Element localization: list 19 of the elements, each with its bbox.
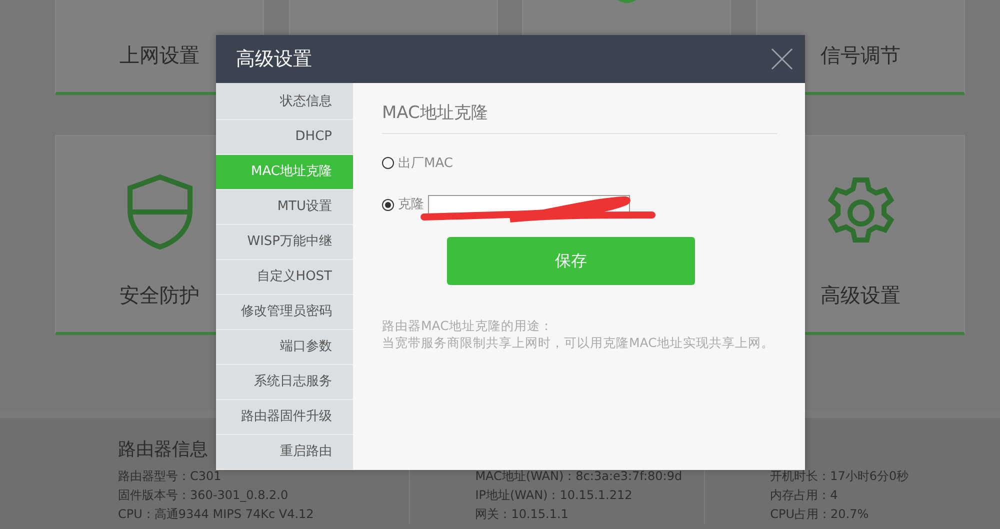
info-text: CPU：高通9344 MIPS 74Kc V4.12 xyxy=(118,506,315,523)
info-text: IP地址(WAN)：10.15.1.212 xyxy=(475,487,634,504)
tile-label: 高级设置 xyxy=(820,282,900,309)
info-text: 网关：10.15.1.1 xyxy=(475,506,570,523)
info-text: 开机时长：17小时6分0秒 xyxy=(770,468,910,485)
note-text: 路由器MAC地址克隆的用途： xyxy=(382,317,554,334)
tile-label: 上网设置 xyxy=(120,42,200,69)
note-text: 当宽带服务商限制共享上网时，可以用克隆MAC地址实现共享上网。 xyxy=(382,334,775,351)
panel-heading: MAC地址克隆 xyxy=(382,101,777,134)
section-title: 路由器信息 xyxy=(118,438,208,462)
info-text: CPU占用：20.7% xyxy=(770,506,870,523)
option-label: 克隆 xyxy=(398,196,424,214)
info-text: 路由器型号：C301 xyxy=(118,468,222,485)
info-text: 固件版本号：360-301_0.8.2.0 xyxy=(118,487,290,504)
info-text: 内存占用：4 xyxy=(770,487,839,504)
tile-label: 信号调节 xyxy=(820,42,900,69)
tile-label: 安全防护 xyxy=(120,282,200,309)
info-text: MAC地址(WAN)：8c:3a:e3:7f:80:9d xyxy=(475,468,684,485)
option-label: 出厂MAC xyxy=(398,154,453,172)
